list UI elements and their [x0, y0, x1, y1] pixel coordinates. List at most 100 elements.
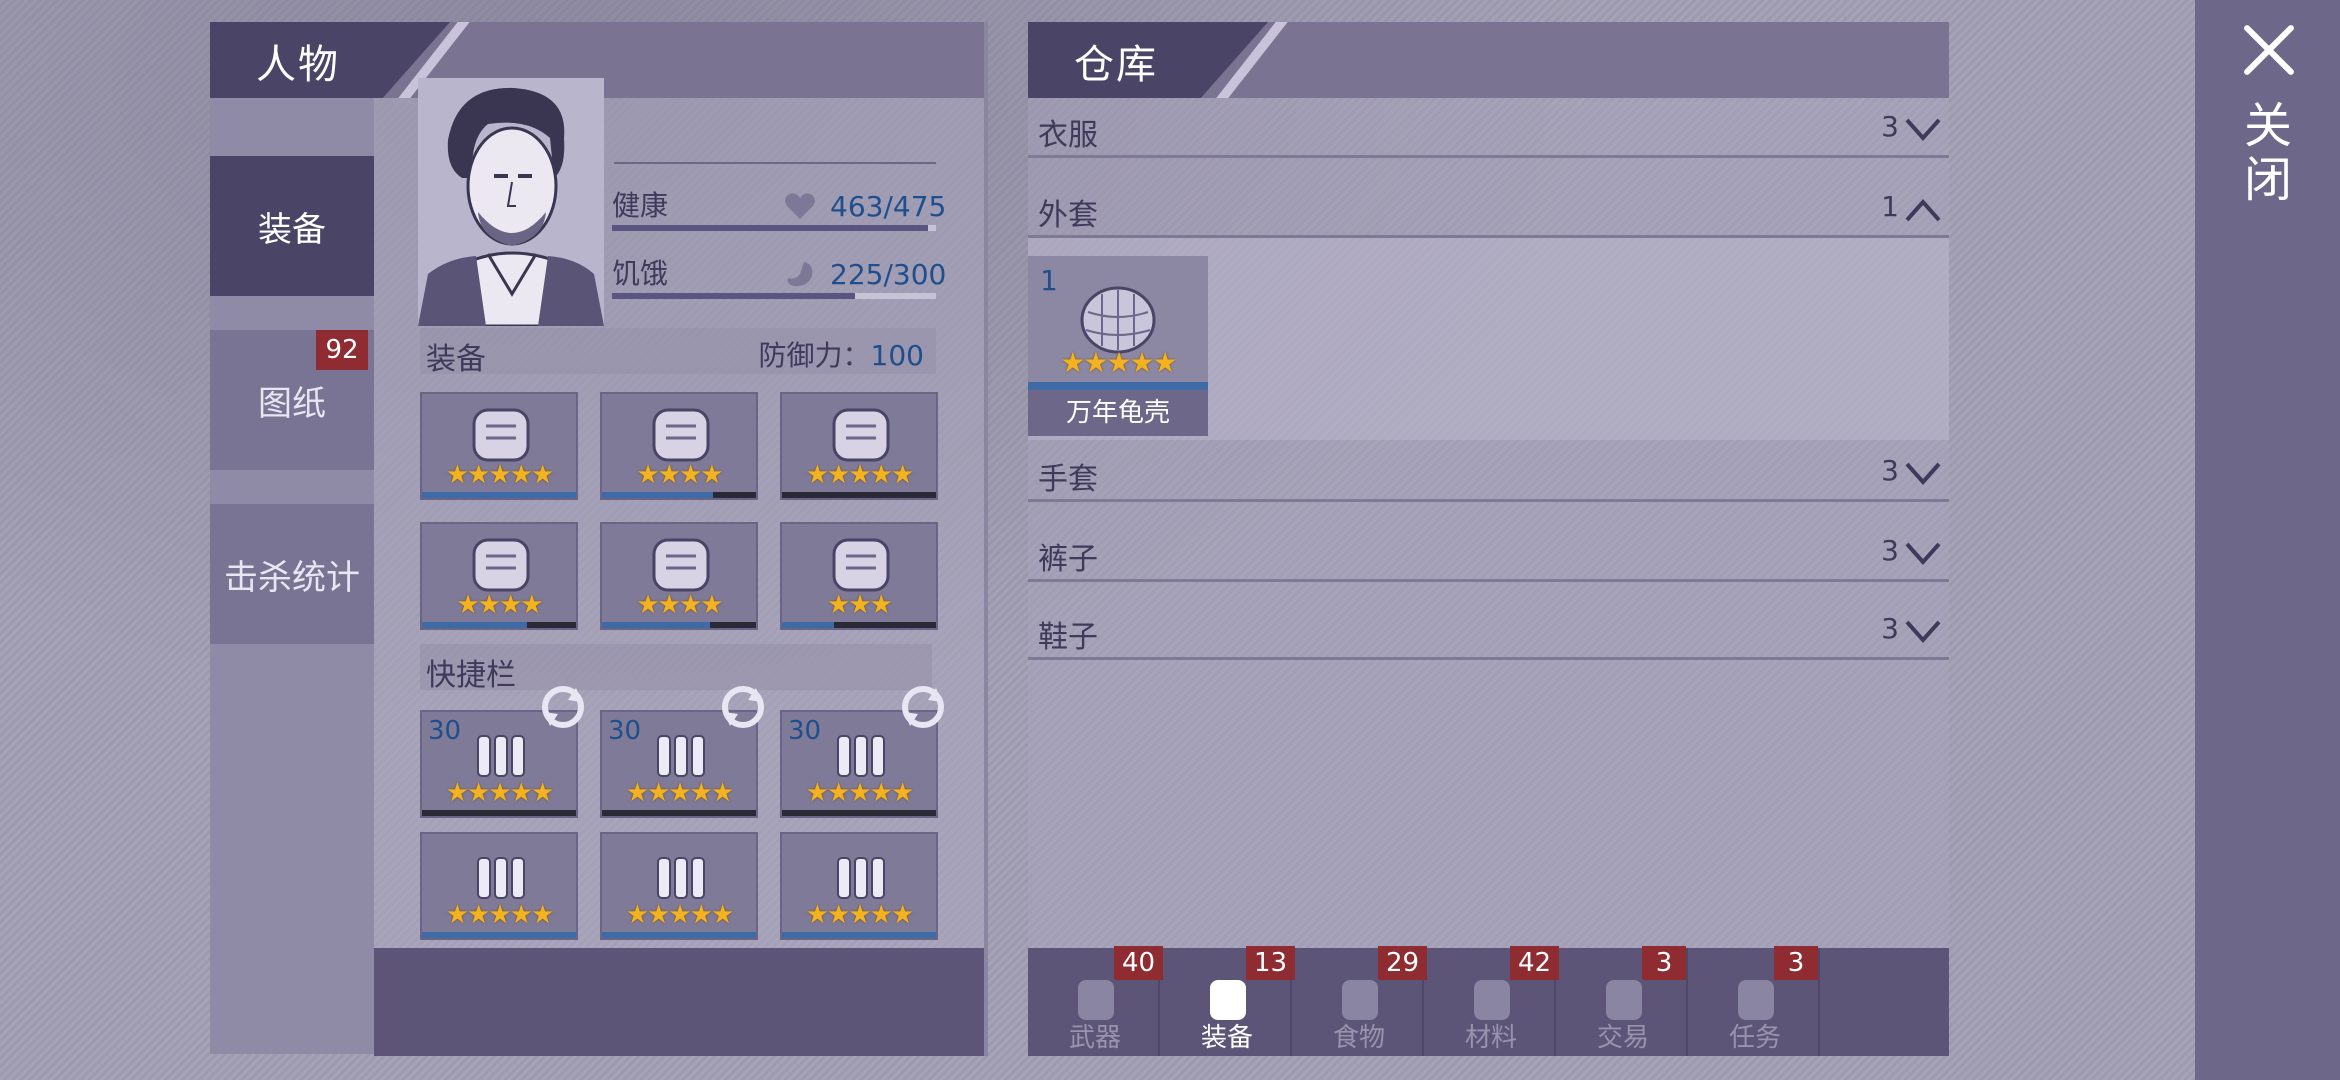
- category-label: 鞋子: [1038, 620, 1098, 655]
- quickbar-header-label: 快捷栏: [426, 658, 516, 693]
- warehouse-tab-badge: 13: [1246, 946, 1296, 980]
- slot-stars: ★★★★★: [445, 460, 555, 490]
- slot-durability-fill: [422, 932, 576, 938]
- slot-durability-fill: [602, 622, 710, 628]
- character-portrait: [418, 78, 604, 326]
- bullets-icon: [477, 735, 525, 777]
- character-title: 人物: [256, 42, 340, 88]
- slot-durability-bar: [422, 492, 576, 498]
- equipment-slot[interactable]: ★★★★★: [420, 392, 578, 500]
- slot-stars: ★★★: [827, 590, 893, 620]
- slot-durability-fill: [422, 492, 576, 498]
- swap-icon[interactable]: [716, 680, 770, 734]
- swap-icon[interactable]: [536, 680, 590, 734]
- category-count: 3: [1881, 612, 1899, 645]
- category-row[interactable]: 衣服 3: [1028, 98, 1949, 158]
- shoes-icon: [832, 538, 890, 592]
- category-label: 手套: [1038, 462, 1098, 497]
- health-value: 463/475: [830, 190, 947, 223]
- hunger-bar-fill: [612, 293, 855, 299]
- category-row[interactable]: 裤子 3: [1028, 522, 1949, 582]
- slot-stars: ★★★★★: [445, 778, 555, 808]
- slot-durability-fill: [782, 932, 936, 938]
- swap-icon[interactable]: [896, 680, 950, 734]
- stats-divider: [614, 162, 936, 164]
- side-tab-equipment[interactable]: 装备: [210, 156, 374, 296]
- item-durability-bar: [1028, 382, 1208, 390]
- slot-stars: ★★★★: [636, 460, 723, 490]
- slot-stars: ★★★★★: [625, 778, 735, 808]
- slot-durability-fill: [422, 622, 527, 628]
- defense-value: 100: [870, 339, 924, 372]
- category-row[interactable]: 手套 3: [1028, 442, 1949, 502]
- pants-icon: [652, 538, 710, 592]
- slot-durability-bar: [422, 622, 576, 628]
- side-tab-label: 装备: [258, 209, 326, 250]
- item-stars: ★★★★★: [1060, 346, 1178, 379]
- slot-durability-bar: [602, 810, 756, 816]
- heart-icon: [785, 193, 815, 219]
- slot-stars: ★★★★★: [445, 900, 555, 930]
- chevron-up-icon[interactable]: [1903, 192, 1943, 224]
- category-label: 外套: [1038, 198, 1098, 233]
- equipment-slot[interactable]: ★★★★: [420, 522, 578, 630]
- slot-stars: ★★★★★: [625, 900, 735, 930]
- shotgun-icon: [657, 857, 705, 899]
- category-count: 3: [1881, 454, 1899, 487]
- equipment-slot[interactable]: ★★★: [780, 522, 938, 630]
- chevron-down-icon[interactable]: [1903, 456, 1943, 488]
- category-count: 3: [1881, 534, 1899, 567]
- quick-slot[interactable]: ★★★★★: [600, 832, 758, 940]
- warehouse-tab-label: 材料: [1464, 1023, 1517, 1053]
- warehouse-header: 仓库: [1028, 22, 1949, 98]
- close-icon[interactable]: [2240, 22, 2296, 78]
- gloves-icon: [472, 538, 530, 592]
- slot-stars: ★★★★★: [805, 900, 915, 930]
- body-armor-icon: [652, 408, 710, 462]
- health-bar-fill: [612, 225, 928, 231]
- health-label: 健康: [612, 189, 669, 222]
- warehouse-tab-badge: 40: [1114, 946, 1164, 980]
- turtle-shell-icon: [1080, 286, 1156, 354]
- turtle-shell-icon: [832, 408, 890, 462]
- equipment-slot[interactable]: ★★★★: [600, 522, 758, 630]
- slot-durability-bar: [782, 810, 936, 816]
- blueprints-badge: 92: [316, 330, 368, 370]
- quick-slot[interactable]: ★★★★★: [420, 832, 578, 940]
- warehouse-tab-badge: 3: [1642, 946, 1686, 980]
- stomach-icon: [787, 262, 813, 287]
- health-bar: [612, 225, 936, 231]
- slot-durability-bar: [602, 932, 756, 938]
- close-label[interactable]: 关闭: [2235, 100, 2298, 208]
- slot-stars: ★★★★★: [805, 778, 915, 808]
- equipment-section-header: 装备 防御力：100: [420, 328, 936, 377]
- quick-slot-count: 30: [788, 716, 822, 746]
- chevron-down-icon[interactable]: [1903, 536, 1943, 568]
- category-row[interactable]: 外套 1: [1028, 178, 1949, 238]
- side-tab-label: 图纸: [258, 383, 326, 424]
- equipment-slot[interactable]: ★★★★: [600, 392, 758, 500]
- item-count: 1: [1040, 264, 1058, 297]
- warehouse-tab-label: 武器: [1068, 1023, 1121, 1053]
- warehouse-tab-label: 装备: [1200, 1023, 1253, 1053]
- warehouse-tab-label: 食物: [1332, 1023, 1385, 1053]
- category-row[interactable]: 鞋子 3: [1028, 600, 1949, 660]
- slot-durability-bar: [422, 810, 576, 816]
- quick-slot-count: 30: [428, 716, 462, 746]
- item-card[interactable]: 1 ★★★★★ 万年龟壳: [1028, 256, 1208, 436]
- chevron-down-icon[interactable]: [1903, 112, 1943, 144]
- slot-durability-bar: [602, 492, 756, 498]
- quick-slot[interactable]: ★★★★★: [780, 832, 938, 940]
- warehouse-tab-badge: 29: [1378, 946, 1428, 980]
- slot-durability-fill: [602, 492, 713, 498]
- slot-durability-bar: [782, 932, 936, 938]
- hunger-label: 饥饿: [612, 257, 669, 290]
- equipment-slot[interactable]: ★★★★★: [780, 392, 938, 500]
- character-bottom-bar: [374, 948, 984, 1056]
- chevron-down-icon[interactable]: [1903, 614, 1943, 646]
- revolver-icon: [477, 857, 525, 899]
- category-label: 裤子: [1038, 542, 1098, 577]
- slot-durability-bar: [782, 492, 936, 498]
- slot-stars: ★★★★: [456, 590, 543, 620]
- side-tab-kill-stats[interactable]: 击杀统计: [210, 504, 374, 644]
